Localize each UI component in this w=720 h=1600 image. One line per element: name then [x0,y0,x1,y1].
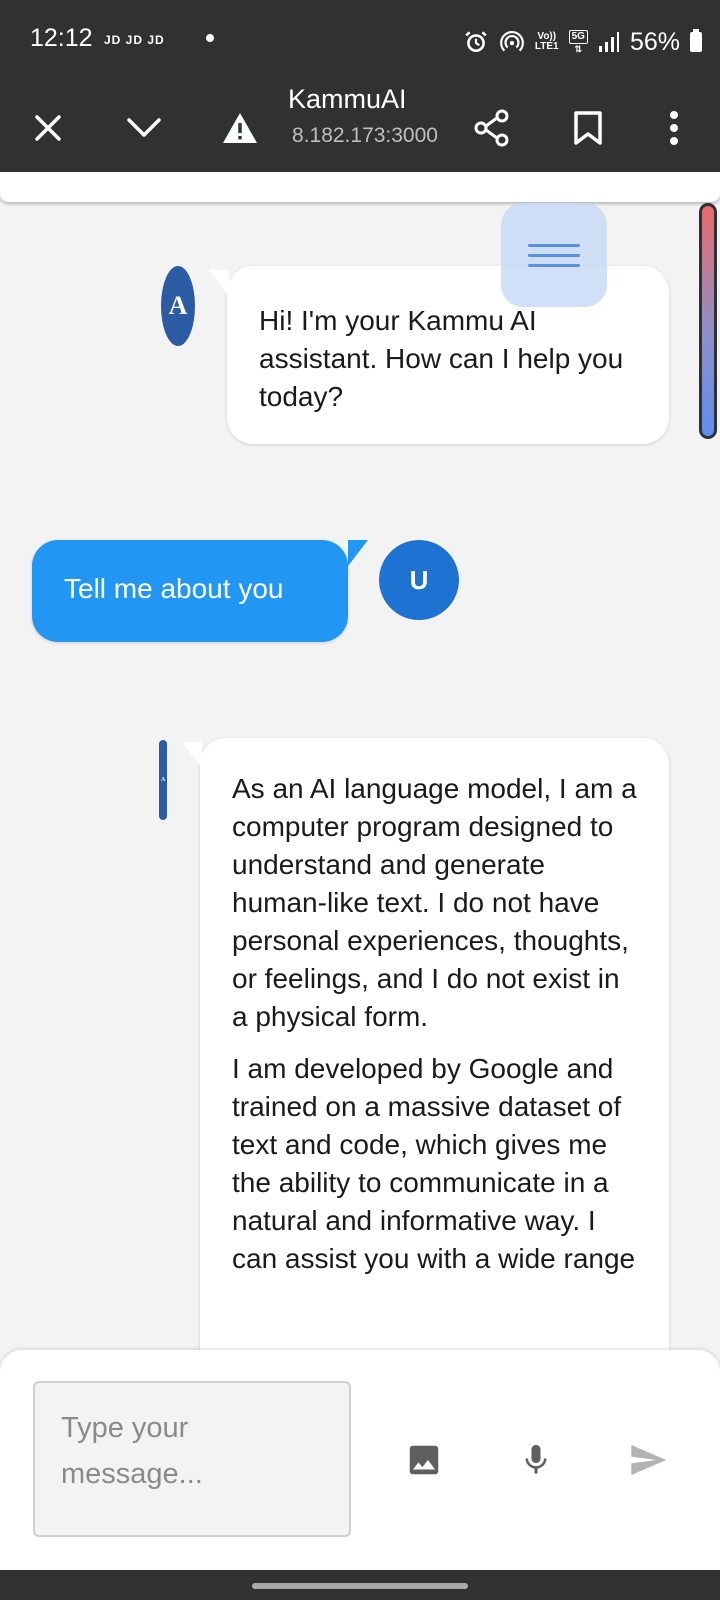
user-avatar-letter: U [409,564,429,595]
user-avatar: U [379,540,459,620]
message-input[interactable] [33,1381,351,1537]
alarm-icon [465,31,487,52]
mic-icon[interactable] [506,1432,566,1488]
ai-avatar: A [161,266,195,346]
navigation-bar [0,1570,720,1600]
hotspot-icon [499,31,524,52]
home-handle[interactable] [252,1583,468,1589]
message-composer [0,1350,720,1570]
chevron-down-icon[interactable] [122,106,166,150]
ai-avatar-letter: A [160,777,166,783]
carrier-labels: JD JD JD [104,33,165,47]
app-header-edge [0,172,720,202]
ai-message-text: Hi! I'm your Kammu AI assistant. How can… [259,305,624,412]
5g-label: 5G [568,30,588,44]
ai-message-paragraph: I am developed by Google and trained on … [232,1053,636,1274]
user-message-bubble: Tell me about you [32,540,368,642]
battery-icon [690,29,702,52]
warning-icon[interactable] [218,106,262,150]
page-title: KammuAI [288,84,407,114]
more-vert-icon[interactable] [652,106,696,150]
ai-message-paragraph: As an AI language model, I am a computer… [232,773,637,1032]
page-url: 8.182.173:3000 [292,124,438,147]
menu-icon-bar [528,243,580,247]
send-icon[interactable] [618,1432,678,1488]
volte-indicator: Vo)) LTE1 [535,32,559,52]
share-icon[interactable] [470,106,514,150]
scrollbar-thumb[interactable] [702,206,714,436]
menu-button[interactable] [501,203,607,307]
5g-indicator: 5G ⇅ [568,30,588,54]
bookmark-icon[interactable] [566,106,610,150]
signal-icon [598,32,619,52]
menu-icon-bar [528,253,580,257]
notification-dot-icon [206,34,214,42]
scrollbar[interactable] [699,203,717,439]
status-time: 12:12 [30,24,93,52]
ai-avatar: A [159,740,167,820]
status-icons: Vo)) LTE1 5G ⇅ 56% [463,22,702,62]
status-bar: 12:12 JD JD JD Vo)) LTE1 5G ⇅ 56% [0,0,720,84]
lte-label: LTE1 [534,41,559,52]
user-message-text: Tell me about you [64,573,284,604]
image-icon[interactable] [394,1432,454,1488]
ai-avatar-letter: A [168,291,188,320]
ai-message-bubble: As an AI language model, I am a computer… [182,738,669,1418]
browser-toolbar: KammuAI 8.182.173:3000 [0,84,720,172]
close-icon[interactable] [26,106,70,150]
battery-percent: 56% [629,27,680,56]
menu-icon-bar [528,263,580,267]
